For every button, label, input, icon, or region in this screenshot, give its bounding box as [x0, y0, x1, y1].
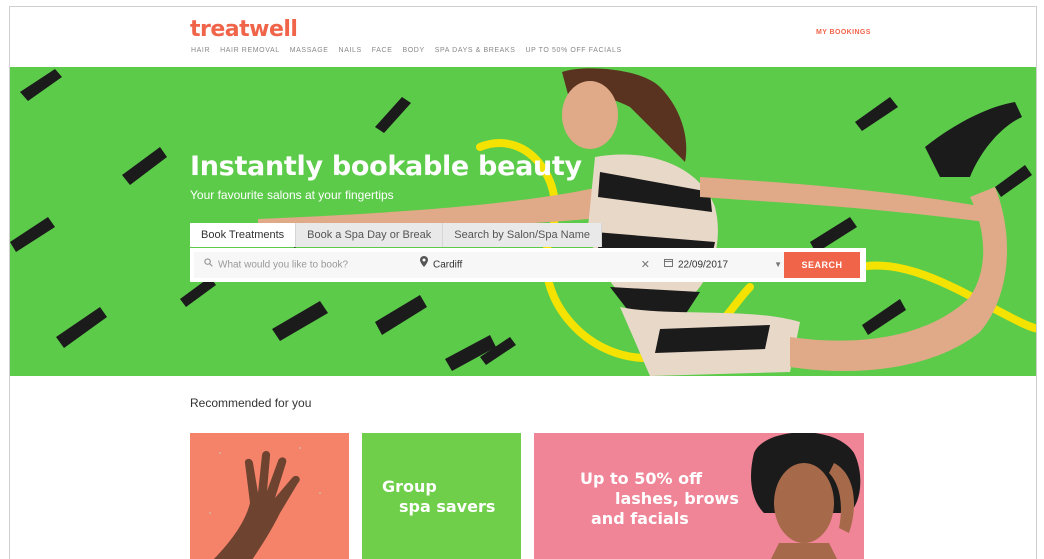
- hero-subtitle: Your favourite salons at your fingertips: [190, 188, 394, 202]
- nav-item-hair[interactable]: HAIR: [191, 47, 210, 54]
- treatment-placeholder: What would you like to book?: [218, 259, 349, 271]
- clear-icon[interactable]: ✕: [641, 252, 650, 278]
- hero-illustration: [10, 68, 1036, 376]
- location-pin-icon: [420, 252, 428, 278]
- recommended-card-facials-offer[interactable]: Up to 50% off lashes, brows and facials: [534, 433, 864, 559]
- woman-portrait-image: [751, 433, 861, 559]
- location-input[interactable]: Cardiff ✕: [412, 252, 658, 278]
- recommended-card-nails[interactable]: [190, 433, 349, 559]
- search-tabs: Book Treatments Book a Spa Day or Break …: [190, 223, 603, 247]
- my-bookings-link[interactable]: MY BOOKINGS: [816, 29, 871, 36]
- date-value: 22/09/2017: [678, 259, 729, 271]
- search-button[interactable]: SEARCH: [784, 252, 860, 278]
- nav-item-face[interactable]: FACE: [372, 47, 393, 54]
- main-nav: HAIR HAIR REMOVAL MASSAGE NAILS FACE BOD…: [191, 47, 622, 54]
- offer-line3: and facials: [591, 509, 689, 528]
- page-frame: treatwell HAIR HAIR REMOVAL MASSAGE NAIL…: [9, 6, 1037, 559]
- tab-search-salon[interactable]: Search by Salon/Spa Name: [443, 223, 603, 247]
- treatwell-logo[interactable]: treatwell: [190, 17, 298, 42]
- chevron-down-icon: ▼: [774, 260, 782, 269]
- hero-banner: Instantly bookable beauty Your favourite…: [10, 67, 1036, 376]
- group-spa-line2: spa savers: [399, 497, 496, 516]
- nav-item-hair-removal[interactable]: HAIR REMOVAL: [220, 47, 280, 54]
- tab-book-spa-day[interactable]: Book a Spa Day or Break: [296, 223, 444, 247]
- nav-item-spa-days[interactable]: SPA DAYS & BREAKS: [435, 47, 516, 54]
- nav-item-facials-offer[interactable]: UP TO 50% OFF FACIALS: [525, 47, 621, 54]
- offer-line2: lashes, brows: [615, 489, 739, 508]
- recommended-card-group-spa[interactable]: Group spa savers: [362, 433, 521, 559]
- recommended-title: Recommended for you: [190, 396, 312, 410]
- nav-item-body[interactable]: BODY: [402, 47, 424, 54]
- nav-item-massage[interactable]: MASSAGE: [290, 47, 329, 54]
- date-picker[interactable]: 22/09/2017 ▼: [656, 252, 790, 278]
- nav-item-nails[interactable]: NAILS: [339, 47, 362, 54]
- hand-nails-image: [209, 447, 321, 559]
- group-spa-line1: Group: [382, 477, 437, 496]
- hero-title: Instantly bookable beauty: [190, 151, 582, 182]
- search-bar: What would you like to book? Cardiff ✕ 2…: [190, 248, 866, 282]
- location-value: Cardiff: [433, 259, 463, 271]
- search-icon: [204, 252, 213, 278]
- calendar-icon: [664, 252, 673, 278]
- offer-line1: Up to 50% off: [580, 469, 703, 488]
- treatment-search-input[interactable]: What would you like to book?: [194, 252, 418, 278]
- tab-book-treatments[interactable]: Book Treatments: [190, 223, 297, 247]
